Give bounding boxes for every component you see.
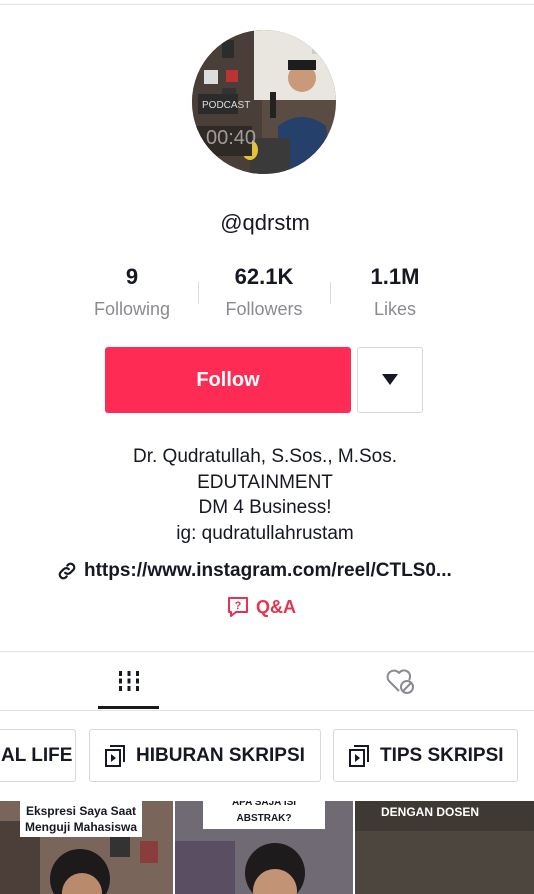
follow-button[interactable]: Follow [105, 347, 351, 413]
bio-line: ig: qudratullahrustam [176, 522, 354, 544]
stat-value: 9 [125, 264, 139, 289]
playlist-chip[interactable]: TIPS SKRIPSI [333, 729, 518, 782]
stat-value: 62.1K [234, 264, 294, 289]
playlist-label: HIBURAN SKRIPSI [136, 744, 305, 766]
link-icon [56, 560, 78, 582]
playlist-chip[interactable]: AL LIFE [0, 729, 76, 782]
username: @qdrstm [220, 210, 310, 235]
active-tab-indicator [98, 706, 159, 709]
bio-link-text[interactable]: https://www.instagram.com/reel/CTLS0... [84, 560, 452, 582]
tabbar-divider [0, 651, 534, 652]
bio-link[interactable]: https://www.instagram.com/reel/CTLS0... [56, 558, 496, 584]
question-bubble-icon: ? [226, 595, 250, 619]
stat-label: Likes [373, 299, 417, 319]
stat-label: Followers [225, 299, 303, 319]
thumbnail-caption: DENGAN DOSEN [380, 805, 479, 819]
svg-text:PODCAST: PODCAST [202, 100, 250, 111]
avatar-image: PODCAST 00:40 [192, 30, 336, 174]
video-thumbnail[interactable]: DENGAN DOSEN [355, 801, 534, 894]
stat-value: 1.1M [370, 264, 420, 289]
more-options-button[interactable] [357, 347, 423, 413]
video-thumbnail[interactable]: Ekspresi Saya Saat Menguji Mahasiswa [0, 801, 173, 894]
stat-following[interactable]: 9 Following [62, 264, 202, 320]
stat-likes[interactable]: 1.1M Likes [325, 264, 465, 320]
stat-label: Following [93, 299, 171, 319]
stat-followers[interactable]: 62.1K Followers [194, 264, 334, 320]
qa-button[interactable]: ? Q&A [226, 594, 296, 620]
playlist-icon [348, 744, 372, 768]
thumbnail-caption: APA SAJA ISI ABSTRAK? [203, 801, 325, 829]
triangle-down-icon [382, 374, 398, 385]
avatar[interactable]: PODCAST 00:40 [192, 30, 336, 174]
bio: Dr. Qudratullah, S.Sos., M.Sos. EDUTAINM… [0, 444, 530, 546]
video-thumbnail[interactable]: APA SAJA ISI ABSTRAK? [175, 801, 353, 894]
thumbnail-caption: Ekspresi Saya Saat Menguji Mahasiswa [20, 801, 142, 837]
bio-line: Dr. Qudratullah, S.Sos., M.Sos. [133, 446, 397, 467]
grid-icon [118, 671, 139, 691]
tab-liked[interactable] [368, 652, 432, 710]
bio-line: EDUTAINMENT [197, 471, 333, 493]
qa-label: Q&A [256, 596, 296, 617]
heart-lock-icon [386, 669, 414, 694]
tab-videos[interactable] [98, 652, 159, 710]
playlist-label: AL LIFE [1, 744, 73, 766]
tabbar-divider [0, 710, 534, 711]
playlist-label: TIPS SKRIPSI [380, 744, 504, 766]
avatar-timestamp: 00:40 [206, 127, 256, 149]
playlist-icon [104, 744, 128, 768]
playlist-chip[interactable]: HIBURAN SKRIPSI [89, 729, 321, 782]
top-divider [0, 4, 534, 5]
bio-line: DM 4 Business! [198, 497, 332, 518]
svg-text:?: ? [235, 600, 242, 612]
